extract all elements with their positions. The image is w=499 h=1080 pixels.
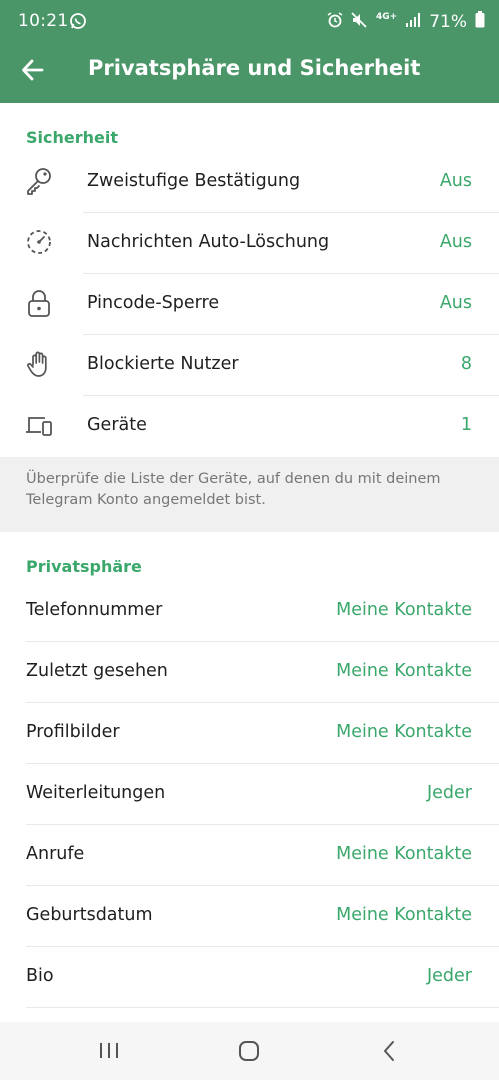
whatsapp-notification-icon bbox=[69, 12, 87, 35]
status-icons: 4G+ 71% bbox=[327, 11, 485, 33]
devices-icon bbox=[24, 410, 54, 440]
settings-row-auto-delete[interactable]: Nachrichten Auto-Löschung Aus bbox=[0, 212, 499, 273]
settings-row-passcode-lock[interactable]: Pincode-Sperre Aus bbox=[0, 273, 499, 334]
row-value: Aus bbox=[439, 293, 472, 313]
row-value: Meine Kontakte bbox=[336, 661, 472, 681]
settings-row-two-step-verification[interactable]: Zweistufige Bestätigung Aus bbox=[0, 151, 499, 212]
settings-row-devices[interactable]: Geräte 1 bbox=[0, 395, 499, 456]
lock-icon bbox=[24, 288, 54, 318]
row-label: Telefonnummer bbox=[26, 600, 163, 620]
row-value: Meine Kontakte bbox=[336, 844, 472, 864]
settings-row-profile-photos[interactable]: Profilbilder Meine Kontakte bbox=[0, 702, 499, 763]
divider bbox=[26, 1007, 499, 1008]
settings-row-bio[interactable]: Bio Jeder bbox=[0, 946, 499, 1007]
row-label: Geräte bbox=[87, 415, 147, 435]
section-title-privacy: Privatsphäre bbox=[26, 557, 142, 576]
home-button[interactable] bbox=[229, 1036, 269, 1066]
row-value: Meine Kontakte bbox=[336, 722, 472, 742]
mute-icon bbox=[351, 11, 368, 33]
settings-row-calls[interactable]: Anrufe Meine Kontakte bbox=[0, 824, 499, 885]
row-label: Zweistufige Bestätigung bbox=[87, 171, 301, 191]
settings-row-forwards[interactable]: Weiterleitungen Jeder bbox=[0, 763, 499, 824]
row-value: Meine Kontakte bbox=[336, 905, 472, 925]
timer-icon bbox=[24, 227, 54, 257]
settings-row-last-seen[interactable]: Zuletzt gesehen Meine Kontakte bbox=[0, 641, 499, 702]
row-value: Meine Kontakte bbox=[336, 600, 472, 620]
row-value: Jeder bbox=[427, 966, 472, 986]
battery-percentage: 71% bbox=[429, 12, 467, 32]
row-value: 8 bbox=[460, 354, 472, 374]
row-label: Zuletzt gesehen bbox=[26, 661, 168, 681]
hand-icon bbox=[24, 349, 54, 379]
row-label: Bio bbox=[26, 966, 54, 986]
alarm-icon bbox=[327, 11, 343, 33]
row-value: 1 bbox=[460, 415, 472, 435]
row-label: Blockierte Nutzer bbox=[87, 354, 239, 374]
settings-row-birthday[interactable]: Geburtsdatum Meine Kontakte bbox=[0, 885, 499, 946]
row-label: Anrufe bbox=[26, 844, 85, 864]
row-label: Geburtsdatum bbox=[26, 905, 153, 925]
row-label: Nachrichten Auto-Löschung bbox=[87, 232, 330, 252]
section-title-security: Sicherheit bbox=[26, 128, 118, 147]
row-value: Aus bbox=[439, 232, 472, 252]
row-value: Aus bbox=[439, 171, 472, 191]
status-time: 10:21 bbox=[18, 11, 69, 31]
page-title: Privatsphäre und Sicherheit bbox=[88, 56, 421, 80]
recent-apps-button[interactable] bbox=[89, 1036, 129, 1066]
battery-icon bbox=[475, 11, 485, 33]
settings-row-blocked-users[interactable]: Blockierte Nutzer 8 bbox=[0, 334, 499, 395]
devices-info-box: Überprüfe die Liste der Geräte, auf dene… bbox=[0, 457, 499, 532]
network-type-label: 4G+ bbox=[376, 12, 398, 22]
row-label: Pincode-Sperre bbox=[87, 293, 220, 313]
app-header: 10:21 4G+ 71% Privatsphäre und Sicherhei… bbox=[0, 0, 499, 103]
row-label: Weiterleitungen bbox=[26, 783, 166, 803]
row-label: Profilbilder bbox=[26, 722, 120, 742]
settings-row-phone-number[interactable]: Telefonnummer Meine Kontakte bbox=[0, 580, 499, 641]
status-bar: 10:21 4G+ 71% bbox=[0, 0, 499, 42]
key-icon bbox=[24, 166, 54, 196]
system-navigation-bar bbox=[0, 1022, 499, 1080]
back-button[interactable] bbox=[14, 52, 54, 88]
system-back-button[interactable] bbox=[369, 1036, 409, 1066]
signal-icon bbox=[405, 12, 421, 33]
row-value: Jeder bbox=[427, 783, 472, 803]
devices-info-text: Überprüfe die Liste der Geräte, auf dene… bbox=[26, 471, 441, 508]
